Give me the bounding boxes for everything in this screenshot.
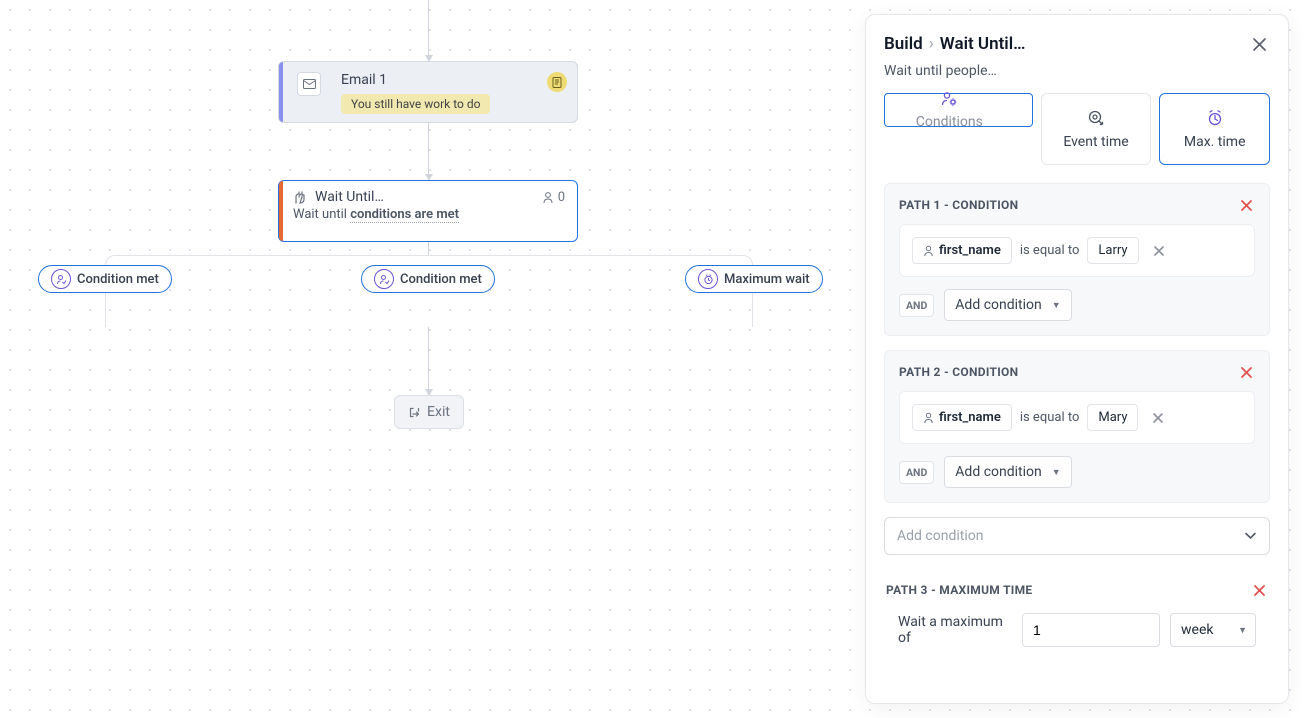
- operator-text: is equal to: [1020, 410, 1080, 425]
- email-node[interactable]: Email 1 You still have work to do: [278, 61, 578, 123]
- crumb-build[interactable]: Build: [884, 34, 923, 54]
- person-check-icon: [374, 269, 394, 289]
- max-wait-unit-select[interactable]: week ▼: [1170, 613, 1256, 647]
- exit-icon: [408, 406, 421, 419]
- add-condition-button[interactable]: Add condition ▼: [944, 456, 1071, 488]
- path-2-header: PATH 2 - CONDITION: [899, 365, 1018, 379]
- node-accent: [279, 181, 283, 241]
- path-1-delete-button[interactable]: [1237, 196, 1255, 214]
- person-icon: [923, 412, 934, 424]
- path-1-card: PATH 1 - CONDITION first_name is equal t…: [884, 183, 1270, 336]
- field-token[interactable]: first_name: [912, 237, 1012, 264]
- wait-node-count: 0: [542, 190, 565, 205]
- path-2-condition-row: first_name is equal to Mary: [899, 391, 1255, 444]
- alarm-clock-icon: [1205, 108, 1225, 128]
- branch-pill-max-wait[interactable]: Maximum wait: [685, 265, 823, 293]
- path-2-delete-button[interactable]: [1237, 363, 1255, 381]
- add-condition-button[interactable]: Add condition ▼: [944, 289, 1071, 321]
- connector-line: [428, 0, 429, 61]
- clock-icon: [698, 269, 718, 289]
- field-token[interactable]: first_name: [912, 404, 1012, 431]
- caret-down-icon: ▼: [1238, 625, 1247, 636]
- draft-badge-icon: [547, 72, 567, 92]
- connector-line: [428, 242, 429, 255]
- wait-node-description: Wait until conditions are met: [279, 207, 577, 230]
- exit-node[interactable]: Exit: [394, 395, 464, 429]
- caret-down-icon: ▼: [1052, 300, 1061, 311]
- tab-max-time[interactable]: Max. time: [1159, 93, 1270, 165]
- operator-text: is equal to: [1020, 243, 1080, 258]
- person-check-icon: [51, 269, 71, 289]
- person-gear-icon: [939, 90, 959, 108]
- branch-pill-condition-1[interactable]: Condition met: [38, 265, 172, 293]
- wait-node-title: Wait Until…: [315, 189, 534, 205]
- path-3-header: PATH 3 - MAXIMUM TIME: [886, 583, 1032, 597]
- connector-line: [428, 327, 429, 395]
- add-path-condition-button[interactable]: Add condition: [884, 517, 1270, 555]
- path-2-card: PATH 2 - CONDITION first_name is equal t…: [884, 350, 1270, 503]
- email-node-title: Email 1: [341, 72, 565, 88]
- path-3-delete-button[interactable]: [1250, 581, 1268, 599]
- and-pill: AND: [899, 294, 934, 317]
- and-pill: AND: [899, 461, 934, 484]
- max-wait-prefix: Wait a maximum of: [898, 614, 1012, 646]
- wait-until-panel: Build › Wait Until… Wait until people… C…: [865, 14, 1289, 704]
- max-wait-value-input[interactable]: [1022, 613, 1160, 647]
- tab-event-time[interactable]: Event time: [1041, 93, 1152, 165]
- value-token[interactable]: Larry: [1087, 237, 1138, 264]
- close-button[interactable]: [1248, 33, 1270, 55]
- chevron-down-icon: [1244, 532, 1257, 540]
- breadcrumb: Build › Wait Until…: [884, 34, 1025, 54]
- connector-line: [428, 123, 429, 180]
- branch-pill-condition-2[interactable]: Condition met: [361, 265, 495, 293]
- wait-type-tabs: Conditions Event time Max. time: [884, 93, 1270, 165]
- path-1-condition-row: first_name is equal to Larry: [899, 224, 1255, 277]
- person-icon: [923, 245, 934, 257]
- email-icon: [297, 72, 321, 96]
- value-token[interactable]: Mary: [1087, 404, 1138, 431]
- tab-conditions[interactable]: Conditions: [884, 93, 1033, 127]
- remove-condition-button[interactable]: [1150, 410, 1166, 426]
- panel-subtitle: Wait until people…: [884, 63, 1270, 79]
- email-subject-chip: You still have work to do: [341, 94, 490, 114]
- wait-until-node[interactable]: Wait Until… 0 Wait until conditions are …: [278, 180, 578, 242]
- remove-condition-button[interactable]: [1151, 243, 1167, 259]
- caret-down-icon: ▼: [1052, 467, 1061, 478]
- event-icon: [1086, 108, 1106, 128]
- wait-icon: [293, 190, 307, 205]
- path-1-header: PATH 1 - CONDITION: [899, 198, 1018, 212]
